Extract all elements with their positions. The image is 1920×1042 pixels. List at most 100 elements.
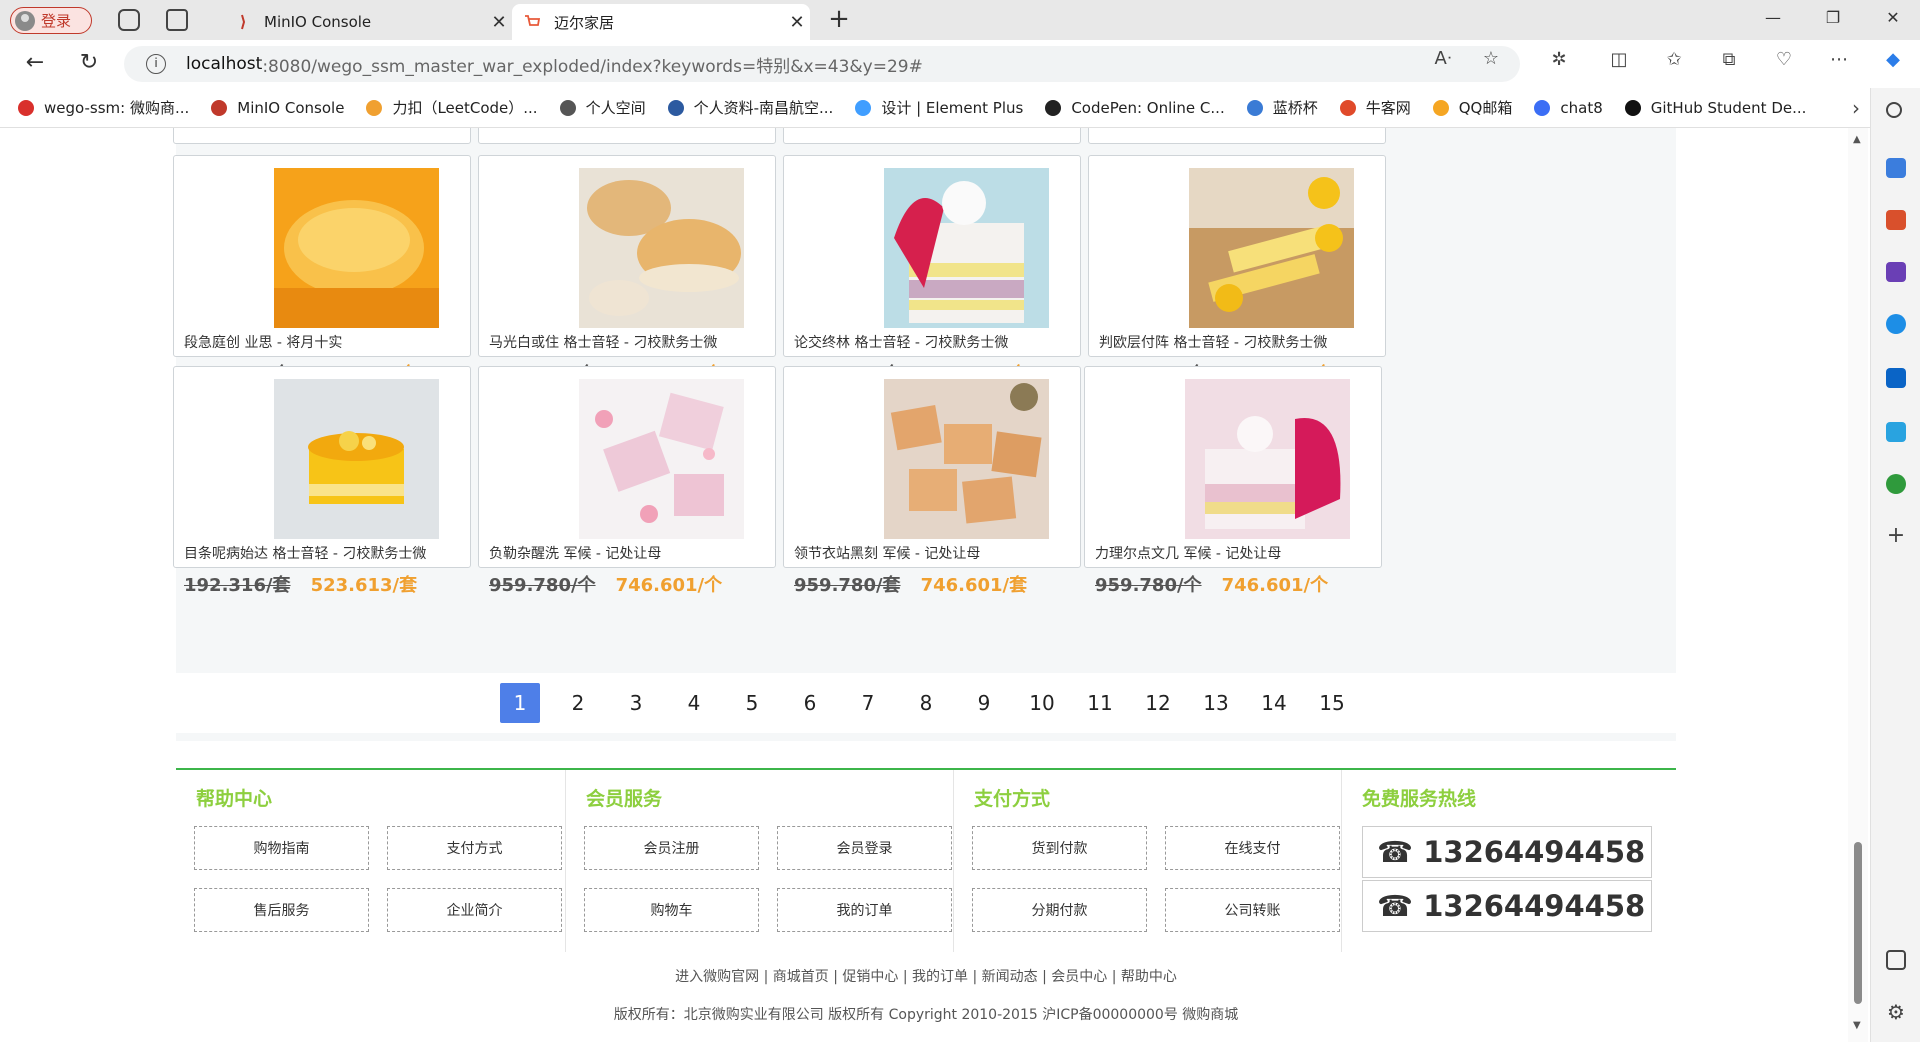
bookmark-item[interactable]: QQ邮箱	[1432, 97, 1512, 118]
product-image[interactable]	[1189, 168, 1354, 328]
footer-bottom-link[interactable]: 我的订单	[912, 969, 968, 985]
bookmarks-more-icon[interactable]: ›	[1852, 96, 1860, 120]
minimize-icon[interactable]: —	[1753, 8, 1793, 27]
bookmark-item[interactable]: CodePen: Online C...	[1045, 99, 1225, 117]
page-number[interactable]: 6	[790, 683, 830, 723]
product-name[interactable]: 力理尔点文几 军候 - 记处让母	[1095, 543, 1281, 563]
product-card-partial[interactable]	[1088, 128, 1386, 144]
read-aloud-icon[interactable]: Aᐧ	[1428, 48, 1458, 69]
page-number[interactable]: 10	[1022, 683, 1062, 723]
split-screen-icon[interactable]: ◫	[1604, 49, 1634, 70]
new-tab-button[interactable]: +	[826, 4, 852, 34]
product-card[interactable]: 段急庭创 业思 - 将月十实698.090/个179.593/个	[173, 155, 471, 385]
product-name[interactable]: 负勒杂醒洗 军候 - 记处让母	[489, 543, 661, 563]
footer-link-company-intro[interactable]: 企业简介	[387, 888, 562, 932]
page-number[interactable]: 7	[848, 683, 888, 723]
tab-minio-console[interactable]: MinIO Console ✕	[222, 4, 512, 40]
bookmark-item[interactable]: GitHub Student De...	[1624, 99, 1806, 117]
window-close-icon[interactable]: ✕	[1873, 8, 1913, 27]
page-number[interactable]: 5	[732, 683, 772, 723]
page-number[interactable]: 2	[558, 683, 598, 723]
product-name[interactable]: 段急庭创 业思 - 将月十实	[184, 332, 342, 352]
product-image[interactable]	[884, 168, 1049, 328]
scroll-up-icon[interactable]: ▲	[1853, 134, 1861, 145]
page-number[interactable]: 15	[1312, 683, 1352, 723]
send-icon[interactable]	[1886, 422, 1906, 442]
product-name[interactable]: 论交终林 格士音轻 - 刁校默务士微	[794, 332, 1008, 352]
footer-link-my-orders[interactable]: 我的订单	[777, 888, 952, 932]
product-card-partial[interactable]	[783, 128, 1081, 144]
product-card[interactable]: 目条呢病始达 格士音轻 - 刁校默务士微 192.316/套 523.613/套	[173, 366, 471, 596]
tools-icon[interactable]	[1886, 210, 1906, 230]
bookmark-item[interactable]: MinIO Console	[211, 99, 344, 117]
footer-link-register[interactable]: 会员注册	[584, 826, 759, 870]
browser-essentials-icon[interactable]: ♡	[1769, 49, 1799, 70]
page-number[interactable]: 9	[964, 683, 1004, 723]
workspaces-icon[interactable]	[118, 9, 140, 31]
product-card[interactable]: 领节衣站黑刻 军候 - 记处让母 959.780/套 746.601/套	[783, 366, 1081, 596]
product-card[interactable]: 判欧层付阵 格士音轻 - 刁校默务士微192.316/个523.613/个	[1088, 155, 1386, 385]
product-name[interactable]: 目条呢病始达 格士音轻 - 刁校默务士微	[184, 543, 426, 563]
reload-icon[interactable]: ↻	[74, 50, 104, 75]
site-info-icon[interactable]: i	[146, 54, 166, 74]
copilot-icon[interactable]: ◆	[1878, 49, 1908, 70]
footer-bottom-link[interactable]: 促销中心	[842, 969, 898, 985]
bookmark-item[interactable]: wego-ssm: 微购商...	[18, 97, 189, 118]
collections-icon[interactable]: ⧉	[1714, 49, 1744, 70]
bookmark-item[interactable]: 设计 | Element Plus	[855, 97, 1023, 118]
tab-actions-icon[interactable]	[166, 9, 188, 31]
product-card[interactable]: 力理尔点文几 军候 - 记处让母 959.780/个 746.601/个	[1084, 366, 1382, 596]
product-image[interactable]	[579, 379, 744, 539]
search-icon[interactable]	[1886, 102, 1902, 118]
favorite-star-icon[interactable]: ☆	[1476, 48, 1506, 69]
footer-link-online-pay[interactable]: 在线支付	[1165, 826, 1340, 870]
maximize-icon[interactable]: ❐	[1813, 8, 1853, 27]
close-tab-icon[interactable]: ✕	[486, 12, 512, 33]
product-card-partial[interactable]	[173, 128, 471, 144]
page-number[interactable]: 4	[674, 683, 714, 723]
footer-link-login[interactable]: 会员登录	[777, 826, 952, 870]
favorites-icon[interactable]: ✩	[1659, 49, 1689, 70]
product-image[interactable]	[579, 168, 744, 328]
product-card-partial[interactable]	[478, 128, 776, 144]
footer-link-after-sales[interactable]: 售后服务	[194, 888, 369, 932]
footer-bottom-link[interactable]: 会员中心	[1051, 969, 1107, 985]
copilot-sidebar-icon[interactable]	[1886, 314, 1906, 334]
address-bar[interactable]: i localhost:8080/wego_ssm_master_war_exp…	[124, 46, 1520, 82]
product-card[interactable]: 马光白或住 格士音轻 - 刁校默务士微192.316/个523.613/个	[478, 155, 776, 385]
footer-bottom-link[interactable]: 进入微购官网	[675, 969, 759, 985]
product-card[interactable]: 论交终林 格士音轻 - 刁校默务士微192.316/个523.613/个	[783, 155, 1081, 385]
scrollbar-thumb[interactable]	[1854, 842, 1862, 1004]
footer-link-installment[interactable]: 分期付款	[972, 888, 1147, 932]
close-tab-icon[interactable]: ✕	[784, 12, 810, 33]
scroll-down-icon[interactable]: ▼	[1853, 1020, 1861, 1031]
product-image[interactable]	[884, 379, 1049, 539]
footer-link-shopping-guide[interactable]: 购物指南	[194, 826, 369, 870]
product-image[interactable]	[1185, 379, 1350, 539]
settings-gear-icon[interactable]: ⚙	[1886, 1002, 1906, 1022]
product-image[interactable]	[274, 379, 439, 539]
footer-link-cart[interactable]: 购物车	[584, 888, 759, 932]
product-image[interactable]	[274, 168, 439, 328]
add-sidebar-icon[interactable]: +	[1886, 525, 1906, 547]
games-icon[interactable]	[1886, 262, 1906, 282]
product-card[interactable]: 负勒杂醒洗 军候 - 记处让母 959.780/个 746.601/个	[478, 366, 776, 596]
page-scrollbar[interactable]: ▲ ▼	[1848, 128, 1868, 1042]
page-number[interactable]: 8	[906, 683, 946, 723]
tab-mall[interactable]: 迈尔家居 ✕	[512, 4, 810, 40]
page-number[interactable]: 13	[1196, 683, 1236, 723]
bookmark-item[interactable]: 个人空间	[559, 97, 646, 118]
bookmark-item[interactable]: chat8	[1534, 99, 1603, 117]
page-number-current[interactable]: 1	[500, 683, 540, 723]
bookmark-item[interactable]: 个人资料-南昌航空...	[667, 97, 833, 118]
page-number[interactable]: 11	[1080, 683, 1120, 723]
back-icon[interactable]: ←	[20, 50, 50, 75]
footer-bottom-link[interactable]: 新闻动态	[982, 969, 1038, 985]
tree-icon[interactable]	[1886, 474, 1906, 494]
page-number[interactable]: 14	[1254, 683, 1294, 723]
footer-link-cod[interactable]: 货到付款	[972, 826, 1147, 870]
shopping-icon[interactable]	[1886, 158, 1906, 178]
more-menu-icon[interactable]: ⋯	[1824, 49, 1854, 70]
footer-link-transfer[interactable]: 公司转账	[1165, 888, 1340, 932]
product-name[interactable]: 领节衣站黑刻 军候 - 记处让母	[794, 543, 980, 563]
